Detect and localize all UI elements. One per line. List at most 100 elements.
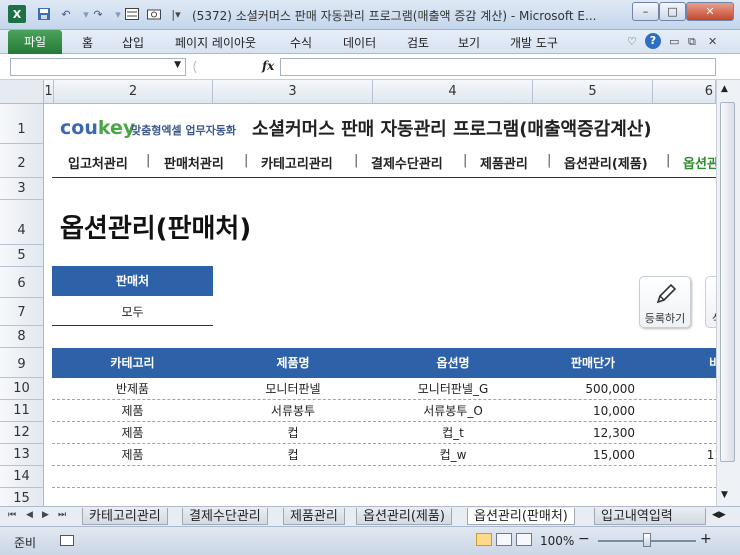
sheet-tab-payment[interactable]: 결제수단관리 (182, 508, 268, 525)
menu-link-supplier[interactable]: 입고처관리 (68, 153, 128, 172)
cell-category[interactable]: 제품 (52, 422, 213, 444)
sheet-tab-inbound[interactable]: 입고내역입력 (594, 508, 706, 525)
prev-sheet-icon[interactable]: ◀ (26, 510, 33, 520)
cell-price[interactable]: 12,300 (533, 422, 635, 444)
form-icon[interactable] (124, 5, 140, 23)
row-header[interactable]: 10 (0, 378, 44, 400)
cell-extra[interactable] (653, 378, 722, 400)
save-icon[interactable] (36, 5, 52, 23)
row-header[interactable]: 9 (0, 348, 44, 378)
menu-link-payment[interactable]: 결제수단관리 (371, 153, 443, 172)
name-box[interactable]: ▼ (10, 58, 186, 76)
sheet-tab-option-product[interactable]: 옵션관리(제품) (356, 508, 452, 525)
row-header[interactable]: 8 (0, 326, 44, 348)
register-button[interactable]: 등록하기 (639, 276, 691, 328)
worksheet-grid[interactable]: 1 2 3 4 5 6 1 2 3 4 5 6 7 8 9 10 11 12 1… (0, 80, 740, 506)
cell-product[interactable]: 컵 (213, 422, 373, 444)
row-header[interactable]: 15 (0, 488, 44, 506)
row-header[interactable]: 1 (0, 104, 44, 144)
last-sheet-icon[interactable]: ⏭ (58, 510, 66, 520)
sheet-tab-product[interactable]: 제품관리 (283, 508, 345, 525)
tab-formulas[interactable]: 수식 (290, 34, 312, 51)
cell-category[interactable]: 제품 (52, 444, 213, 466)
cell-option[interactable]: 서류봉투_O (373, 400, 533, 422)
vertical-scrollbar[interactable]: ▲ ▼ (716, 80, 740, 506)
cell-product[interactable]: 서류봉투 (213, 400, 373, 422)
row-header[interactable]: 3 (0, 178, 44, 200)
normal-view-icon[interactable] (476, 533, 492, 546)
page-layout-view-icon[interactable] (496, 533, 512, 546)
help-icon[interactable]: ? (645, 33, 661, 49)
workbook-restore-icon[interactable]: ⧉ (688, 35, 696, 49)
scrollbar-thumb[interactable] (720, 102, 735, 462)
column-header[interactable]: 3 (213, 80, 373, 104)
cell-category[interactable]: 제품 (52, 400, 213, 422)
cell-price[interactable]: 10,000 (533, 400, 635, 422)
zoom-out-button[interactable]: − (578, 531, 590, 547)
row-header[interactable]: 6 (0, 267, 44, 298)
sheet-tab-category[interactable]: 카테고리관리 (82, 508, 168, 525)
row-header[interactable]: 2 (0, 144, 44, 178)
tab-page-layout[interactable]: 페이지 레이아웃 (175, 34, 256, 51)
minimize-button[interactable]: – (632, 2, 659, 21)
table-row[interactable] (52, 466, 722, 488)
cell-extra[interactable] (653, 400, 722, 422)
seller-filter-select[interactable]: 모두 (52, 298, 213, 326)
excel-logo-icon[interactable]: X (8, 5, 26, 23)
menu-link-option-product[interactable]: 옵션관리(제품) (564, 153, 648, 172)
cell-product[interactable]: 컵 (213, 444, 373, 466)
tab-file[interactable]: 파일 (8, 30, 62, 54)
row-header[interactable]: 14 (0, 466, 44, 488)
tab-insert[interactable]: 삽입 (122, 34, 144, 51)
insert-function-button[interactable]: fx (262, 59, 274, 73)
row-header[interactable]: 4 (0, 200, 44, 245)
scroll-tabs-icon[interactable]: ◀▶ (712, 510, 726, 520)
next-sheet-icon[interactable]: ▶ (42, 510, 49, 520)
tab-home[interactable]: 홈 (82, 34, 93, 51)
column-header[interactable]: 5 (533, 80, 653, 104)
workbook-minimize-icon[interactable]: ▭ (669, 35, 679, 48)
row-header[interactable]: 7 (0, 298, 44, 326)
tab-view[interactable]: 보기 (458, 34, 480, 51)
table-row[interactable]: 제품 서류봉투 서류봉투_O 10,000 (52, 400, 722, 422)
page-break-view-icon[interactable] (516, 533, 532, 546)
menu-link-product[interactable]: 제품관리 (480, 153, 528, 172)
first-sheet-icon[interactable]: ⏮ (8, 510, 16, 520)
column-header[interactable]: 6 (653, 80, 716, 104)
cell-option[interactable]: 모니터판넬_G (373, 378, 533, 400)
cell-option[interactable]: 컵_w (373, 444, 533, 466)
menu-link-option-seller[interactable]: 옵션관 (683, 153, 719, 172)
menu-link-seller[interactable]: 판매처관리 (164, 153, 224, 172)
undo-icon[interactable]: ↶ (58, 5, 74, 23)
menu-link-category[interactable]: 카테고리관리 (261, 153, 333, 172)
cell-price[interactable]: 500,000 (533, 378, 635, 400)
tab-review[interactable]: 검토 (407, 34, 429, 51)
zoom-slider-thumb[interactable] (643, 533, 651, 547)
ribbon-collapse-icon[interactable]: ♡ (627, 35, 637, 48)
camera-icon[interactable] (146, 5, 162, 23)
workbook-close-icon[interactable]: ✕ (708, 35, 717, 48)
row-header[interactable]: 5 (0, 245, 44, 267)
customize-toolbar-icon[interactable]: |▾ (168, 5, 184, 23)
cell-extra[interactable] (653, 422, 722, 444)
row-header[interactable]: 12 (0, 422, 44, 444)
redo-icon[interactable]: ↷ (90, 5, 106, 23)
table-row[interactable]: 제품 컵 컵_w 15,000 11 (52, 444, 722, 466)
cell-price[interactable]: 15,000 (533, 444, 635, 466)
row-header[interactable]: 11 (0, 400, 44, 422)
zoom-in-button[interactable]: + (700, 531, 712, 547)
tab-data[interactable]: 데이터 (343, 34, 376, 51)
zoom-level[interactable]: 100% (540, 534, 574, 548)
cell-extra[interactable]: 11 (653, 444, 722, 466)
table-row[interactable]: 반제품 모니터판넬 모니터판넬_G 500,000 (52, 378, 722, 400)
table-row[interactable]: 제품 컵 컵_t 12,300 (52, 422, 722, 444)
name-box-dropdown-icon[interactable]: ▼ (174, 60, 181, 70)
macro-record-icon[interactable] (60, 535, 74, 546)
cell-category[interactable]: 반제품 (52, 378, 213, 400)
row-header[interactable]: 13 (0, 444, 44, 466)
column-header[interactable]: 4 (373, 80, 533, 104)
select-all-corner[interactable] (0, 80, 44, 104)
close-button[interactable]: ✕ (686, 2, 734, 21)
cell-option[interactable]: 컵_t (373, 422, 533, 444)
column-header[interactable]: 1 (44, 80, 54, 104)
